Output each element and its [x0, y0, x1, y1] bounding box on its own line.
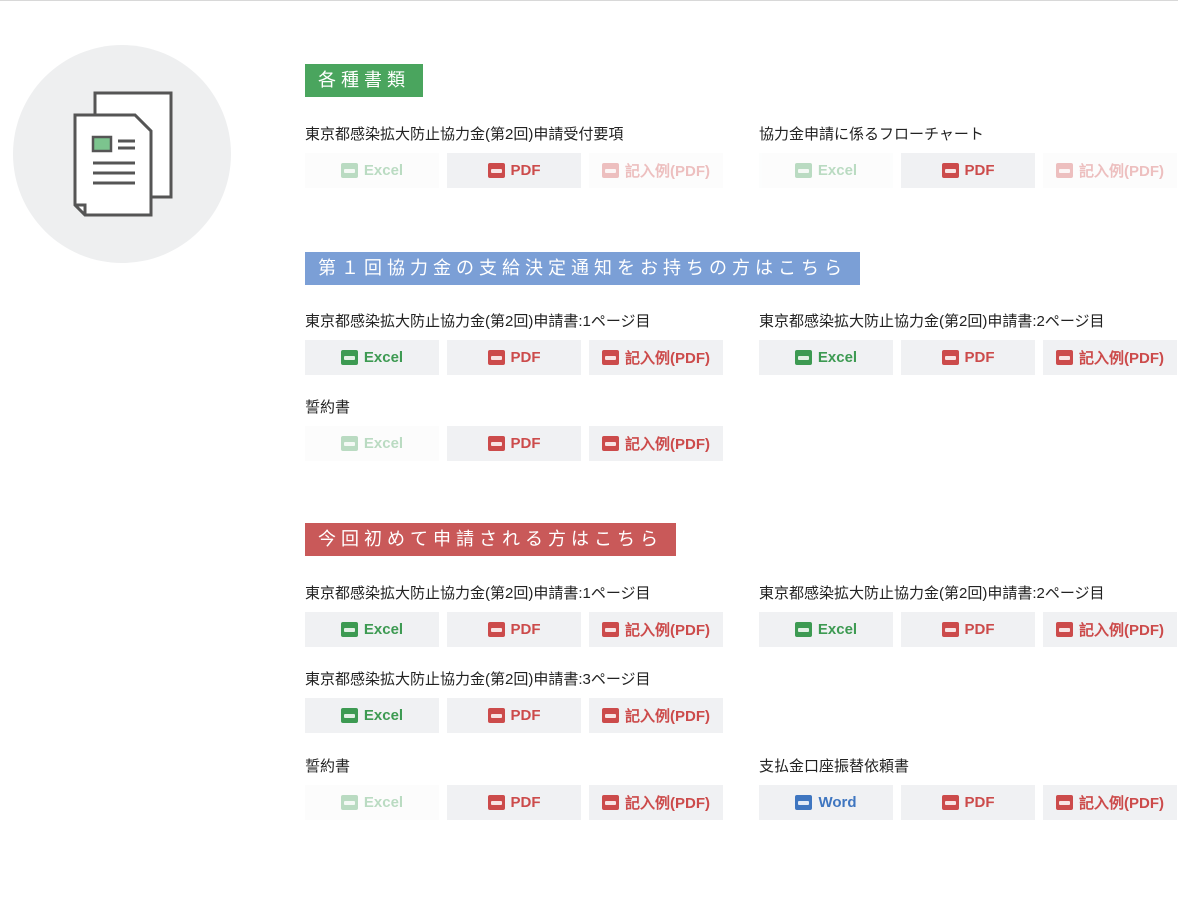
pdf-file-icon	[1056, 163, 1073, 178]
document-item: 東京都感染拡大防止協力金(第2回)申請書:2ページ目 Excel PDF 記入例…	[759, 312, 1179, 375]
pdf-file-icon	[602, 622, 619, 637]
section-documents: 各種書類	[305, 64, 423, 97]
document-item: 東京都感染拡大防止協力金(第2回)申請書:1ページ目 Excel PDF 記入例…	[305, 584, 725, 647]
excel-download-button: Excel	[305, 153, 439, 188]
excel-download-button: Excel	[759, 153, 893, 188]
excel-download-button[interactable]: Excel	[759, 612, 893, 647]
pdf-download-button[interactable]: PDF	[447, 698, 581, 733]
pdf-file-icon	[487, 622, 505, 637]
pdf-file-icon	[602, 795, 619, 810]
example-pdf-button[interactable]: 記入例(PDF)	[589, 612, 723, 647]
pdf-file-icon	[941, 795, 959, 810]
document-item: 東京都感染拡大防止協力金(第2回)申請書:1ページ目 Excel PDF 記入例…	[305, 312, 725, 375]
pdf-download-button[interactable]: PDF	[447, 426, 581, 461]
document-item: 東京都感染拡大防止協力金(第2回)申請書:3ページ目 Excel PDF 記入例…	[305, 670, 725, 733]
excel-download-button[interactable]: Excel	[305, 698, 439, 733]
pdf-file-icon	[602, 350, 619, 365]
example-pdf-button: 記入例(PDF)	[589, 153, 723, 188]
documents-icon	[73, 91, 173, 217]
document-item: 支払金口座振替依頼書 Word PDF 記入例(PDF)	[759, 757, 1179, 820]
example-pdf-button[interactable]: 記入例(PDF)	[589, 785, 723, 820]
example-pdf-button[interactable]: 記入例(PDF)	[1043, 340, 1177, 375]
example-pdf-button[interactable]: 記入例(PDF)	[1043, 785, 1177, 820]
example-pdf-button[interactable]: 記入例(PDF)	[1043, 612, 1177, 647]
example-pdf-button[interactable]: 記入例(PDF)	[589, 426, 723, 461]
documents-icon-badge	[13, 45, 231, 263]
excel-download-button[interactable]: Excel	[305, 612, 439, 647]
document-name: 東京都感染拡大防止協力金(第2回)申請書:2ページ目	[759, 313, 1105, 330]
pdf-download-button[interactable]: PDF	[901, 612, 1035, 647]
section-title: 各種書類	[305, 64, 423, 97]
example-pdf-button[interactable]: 記入例(PDF)	[589, 340, 723, 375]
pdf-file-icon	[941, 163, 959, 178]
excel-file-icon	[340, 163, 358, 178]
document-item: 協力金申請に係るフローチャート Excel PDF 記入例(PDF)	[759, 125, 1179, 188]
document-name: 東京都感染拡大防止協力金(第2回)申請書:3ページ目	[305, 671, 651, 688]
excel-file-icon	[794, 350, 812, 365]
excel-download-button[interactable]: Excel	[305, 340, 439, 375]
word-file-icon	[795, 795, 813, 810]
document-name: 東京都感染拡大防止協力金(第2回)申請書:2ページ目	[759, 585, 1105, 602]
pdf-file-icon	[487, 350, 505, 365]
pdf-download-button[interactable]: PDF	[447, 612, 581, 647]
document-name: 誓約書	[305, 399, 351, 416]
excel-file-icon	[340, 795, 358, 810]
example-pdf-button[interactable]: 記入例(PDF)	[589, 698, 723, 733]
pdf-download-button[interactable]: PDF	[901, 153, 1035, 188]
word-download-button[interactable]: Word	[759, 785, 893, 820]
document-name: 東京都感染拡大防止協力金(第2回)申請書:1ページ目	[305, 313, 651, 330]
document-name: 東京都感染拡大防止協力金(第2回)申請書:1ページ目	[305, 585, 651, 602]
document-item: 誓約書 Excel PDF 記入例(PDF)	[305, 398, 725, 461]
pdf-file-icon	[602, 163, 619, 178]
pdf-file-icon	[1056, 350, 1073, 365]
pdf-file-icon	[1056, 795, 1073, 810]
document-item: 誓約書 Excel PDF 記入例(PDF)	[305, 757, 725, 820]
excel-file-icon	[340, 708, 358, 723]
pdf-file-icon	[602, 436, 619, 451]
document-name: 誓約書	[305, 758, 351, 775]
document-item: 東京都感染拡大防止協力金(第2回)申請書:2ページ目 Excel PDF 記入例…	[759, 584, 1179, 647]
pdf-download-button[interactable]: PDF	[901, 340, 1035, 375]
section-title: 今回初めて申請される方はこちら	[305, 523, 676, 556]
excel-download-button[interactable]: Excel	[759, 340, 893, 375]
excel-download-button: Excel	[305, 785, 439, 820]
document-item: 東京都感染拡大防止協力金(第2回)申請受付要項 Excel PDF 記入例(PD…	[305, 125, 725, 188]
excel-file-icon	[794, 622, 812, 637]
excel-file-icon	[340, 436, 358, 451]
pdf-file-icon	[1056, 622, 1073, 637]
excel-file-icon	[794, 163, 812, 178]
excel-file-icon	[340, 350, 358, 365]
pdf-file-icon	[487, 163, 505, 178]
pdf-file-icon	[602, 708, 619, 723]
pdf-download-button[interactable]: PDF	[447, 153, 581, 188]
document-name: 協力金申請に係るフローチャート	[759, 126, 984, 143]
pdf-file-icon	[487, 795, 505, 810]
section-title: 第１回協力金の支給決定通知をお持ちの方はこちら	[305, 252, 860, 285]
section-first-recipients: 第１回協力金の支給決定通知をお持ちの方はこちら	[305, 252, 860, 285]
excel-download-button: Excel	[305, 426, 439, 461]
pdf-download-button[interactable]: PDF	[447, 785, 581, 820]
excel-file-icon	[340, 622, 358, 637]
document-name: 東京都感染拡大防止協力金(第2回)申請受付要項	[305, 126, 624, 143]
pdf-download-button[interactable]: PDF	[901, 785, 1035, 820]
document-name: 支払金口座振替依頼書	[759, 758, 910, 775]
section-new-applicants: 今回初めて申請される方はこちら	[305, 523, 676, 556]
top-divider	[0, 0, 1178, 1]
pdf-file-icon	[487, 708, 505, 723]
pdf-file-icon	[941, 622, 959, 637]
example-pdf-button: 記入例(PDF)	[1043, 153, 1177, 188]
pdf-download-button[interactable]: PDF	[447, 340, 581, 375]
pdf-file-icon	[487, 436, 505, 451]
pdf-file-icon	[941, 350, 959, 365]
